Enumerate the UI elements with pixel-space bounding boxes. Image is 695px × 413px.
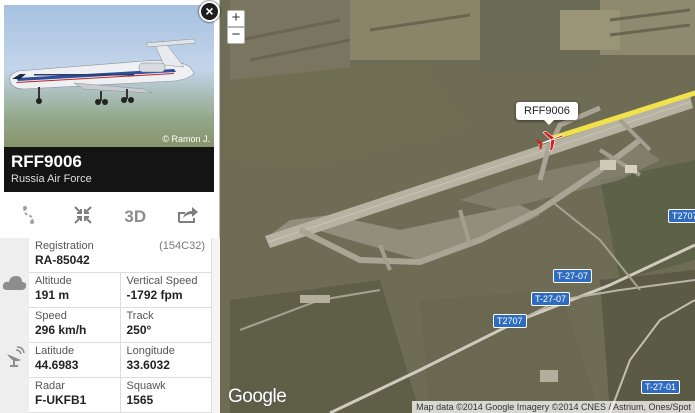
vertical-speed-cell: Vertical Speed -1792 fpm [119, 273, 212, 307]
airplane-icon[interactable] [536, 128, 566, 157]
share-icon [177, 206, 199, 229]
google-logo: Google [228, 386, 287, 407]
road-label: T2707 [668, 209, 695, 223]
track-label: Track [126, 310, 154, 322]
collapse-button[interactable] [57, 198, 110, 236]
route-button[interactable] [4, 198, 57, 236]
registration-value: RA-85042 [35, 253, 90, 267]
radar-cell: Radar F-UKFB1 [29, 378, 120, 412]
registration-row: Registration (154C32) RA-85042 [29, 238, 211, 273]
photo-credit: © Ramon J. [162, 134, 210, 144]
squawk-label: Squawk [126, 380, 166, 392]
collapse-icon [73, 205, 93, 230]
radar-label: Radar [35, 380, 65, 392]
zoom-in-button[interactable]: + [227, 10, 245, 27]
flight-details: Registration (154C32) RA-85042 Altitude … [29, 238, 211, 413]
view-3d-button[interactable]: 3D [109, 198, 162, 236]
flight-toolbar: 3D [4, 198, 214, 236]
longitude-cell: Longitude 33.6032 [119, 343, 212, 377]
vertical-speed-value: -1792 fpm [126, 288, 183, 302]
route-icon [20, 205, 40, 230]
aircraft-photo[interactable]: © Ramon J. [4, 5, 214, 147]
road-label: T-27-01 [641, 380, 681, 394]
altitude-cell: Altitude 191 m [29, 273, 120, 307]
latitude-cell: Latitude 44.6983 [29, 343, 120, 377]
speed-label: Speed [35, 310, 67, 322]
close-button[interactable]: × [199, 1, 220, 22]
longitude-value: 33.6032 [126, 358, 170, 372]
vertical-speed-label: Vertical Speed [126, 275, 198, 287]
registration-cell: Registration (154C32) RA-85042 [29, 238, 211, 272]
squawk-cell: Squawk 1565 [119, 378, 212, 412]
track-cell: Track 250° [119, 308, 212, 342]
speed-value: 296 km/h [35, 323, 87, 337]
altitude-row: Altitude 191 m Vertical Speed -1792 fpm [29, 273, 211, 308]
speed-row: Speed 296 km/h Track 250° [29, 308, 211, 343]
flight-callsign: RFF9006 [11, 152, 82, 171]
road-label: T-27-07 [531, 292, 571, 306]
radar-row: Radar F-UKFB1 Squawk 1565 [29, 378, 211, 413]
altitude-label: Altitude [35, 275, 72, 287]
share-button[interactable] [162, 198, 215, 236]
radar-dish-icon [3, 346, 25, 373]
registration-code: (154C32) [159, 240, 205, 252]
road-label: T2707 [493, 314, 527, 328]
airline-name: Russia Air Force [11, 173, 92, 185]
latitude-value: 44.6983 [35, 358, 79, 372]
zoom-out-button[interactable]: − [227, 27, 245, 44]
panel-side-icons [0, 238, 29, 413]
details-scrollbar[interactable] [211, 238, 220, 413]
squawk-value: 1565 [126, 393, 154, 407]
latitude-label: Latitude [35, 345, 75, 357]
longitude-label: Longitude [126, 345, 175, 357]
registration-label-line: Registration (154C32) [35, 240, 205, 253]
track-value: 250° [126, 323, 152, 337]
speed-cell: Speed 296 km/h [29, 308, 120, 342]
position-row: Latitude 44.6983 Longitude 33.6032 [29, 343, 211, 378]
weather-cloud-icon [2, 274, 27, 297]
flight-title-box: RFF9006 Russia Air Force [4, 147, 214, 192]
flight-map-label[interactable]: RFF9006 [516, 102, 578, 125]
flight-info-panel: © Ramon J. × RFF9006 Russia Air Force 3D [0, 0, 220, 413]
map-attribution: Map data ©2014 Google Imagery ©2014 CNES… [412, 401, 695, 413]
radar-value: F-UKFB1 [35, 393, 87, 407]
road-label: T-27-07 [553, 269, 593, 283]
altitude-value: 191 m [35, 288, 70, 302]
registration-label: Registration [35, 240, 94, 252]
